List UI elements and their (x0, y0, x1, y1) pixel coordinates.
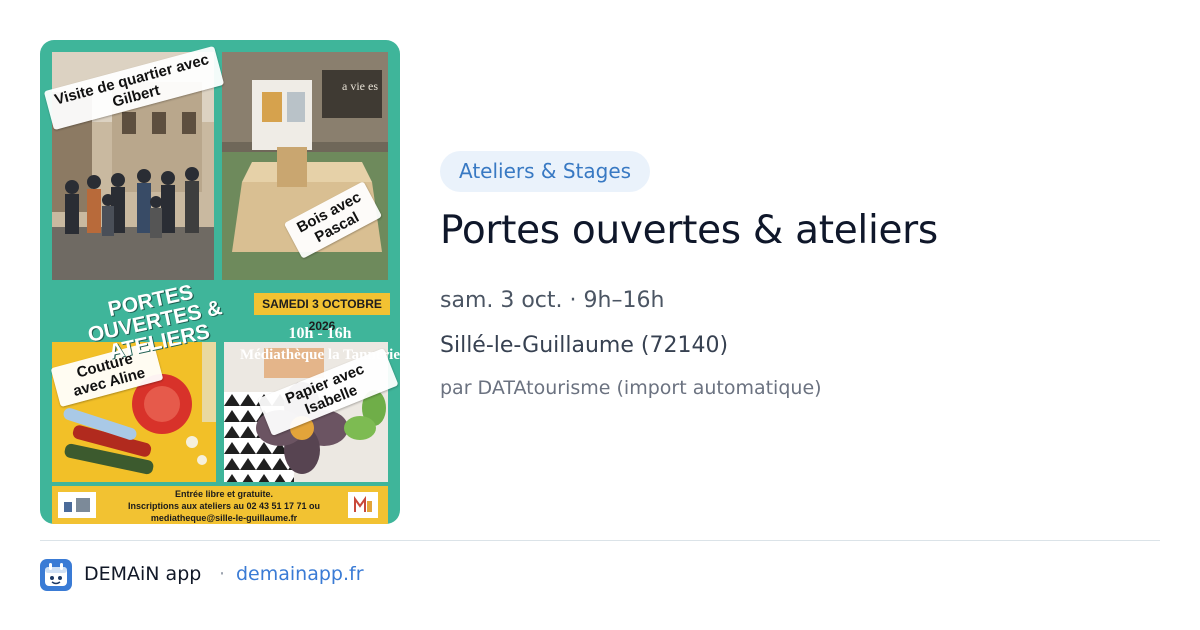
app-logo-icon (40, 559, 72, 591)
app-name: DEMAiN app (84, 563, 202, 585)
event-date-time: sam. 3 oct. · 9h–16h (440, 288, 665, 313)
poster-venue: Médiathèque la Tannerie (239, 347, 400, 363)
footer-divider (40, 540, 1160, 541)
poster-footer-line2: Inscriptions aux ateliers au 02 43 51 17… (127, 501, 321, 511)
town-logo-icon (58, 492, 96, 518)
event-location: Sillé-le-Guillaume (72140) (440, 333, 729, 358)
app-website-link[interactable]: demainapp.fr (236, 563, 364, 585)
poster-footer-line1: Entrée libre et gratuite. (174, 489, 274, 499)
poster-footer-line3: mediatheque@sille-le-guillaume.fr (150, 513, 298, 523)
category-badge[interactable]: Ateliers & Stages (440, 151, 651, 192)
poster-hours: 10h - 16h (288, 325, 352, 342)
shop-sign-text: a vie es (342, 79, 378, 93)
mediatheque-logo-icon (348, 492, 378, 518)
poster-date-band: SAMEDI 3 OCTOBRE 2026 (254, 293, 390, 333)
footer-separator: · (219, 563, 226, 585)
event-title: Portes ouvertes & ateliers (440, 208, 938, 253)
poster-footer-band: Entrée libre et gratuite. Inscriptions a… (52, 486, 388, 524)
event-source: par DATAtourisme (import automatique) (440, 377, 822, 399)
event-poster-image[interactable]: a vie es Visite de quartier avec Gilbert… (40, 40, 400, 524)
